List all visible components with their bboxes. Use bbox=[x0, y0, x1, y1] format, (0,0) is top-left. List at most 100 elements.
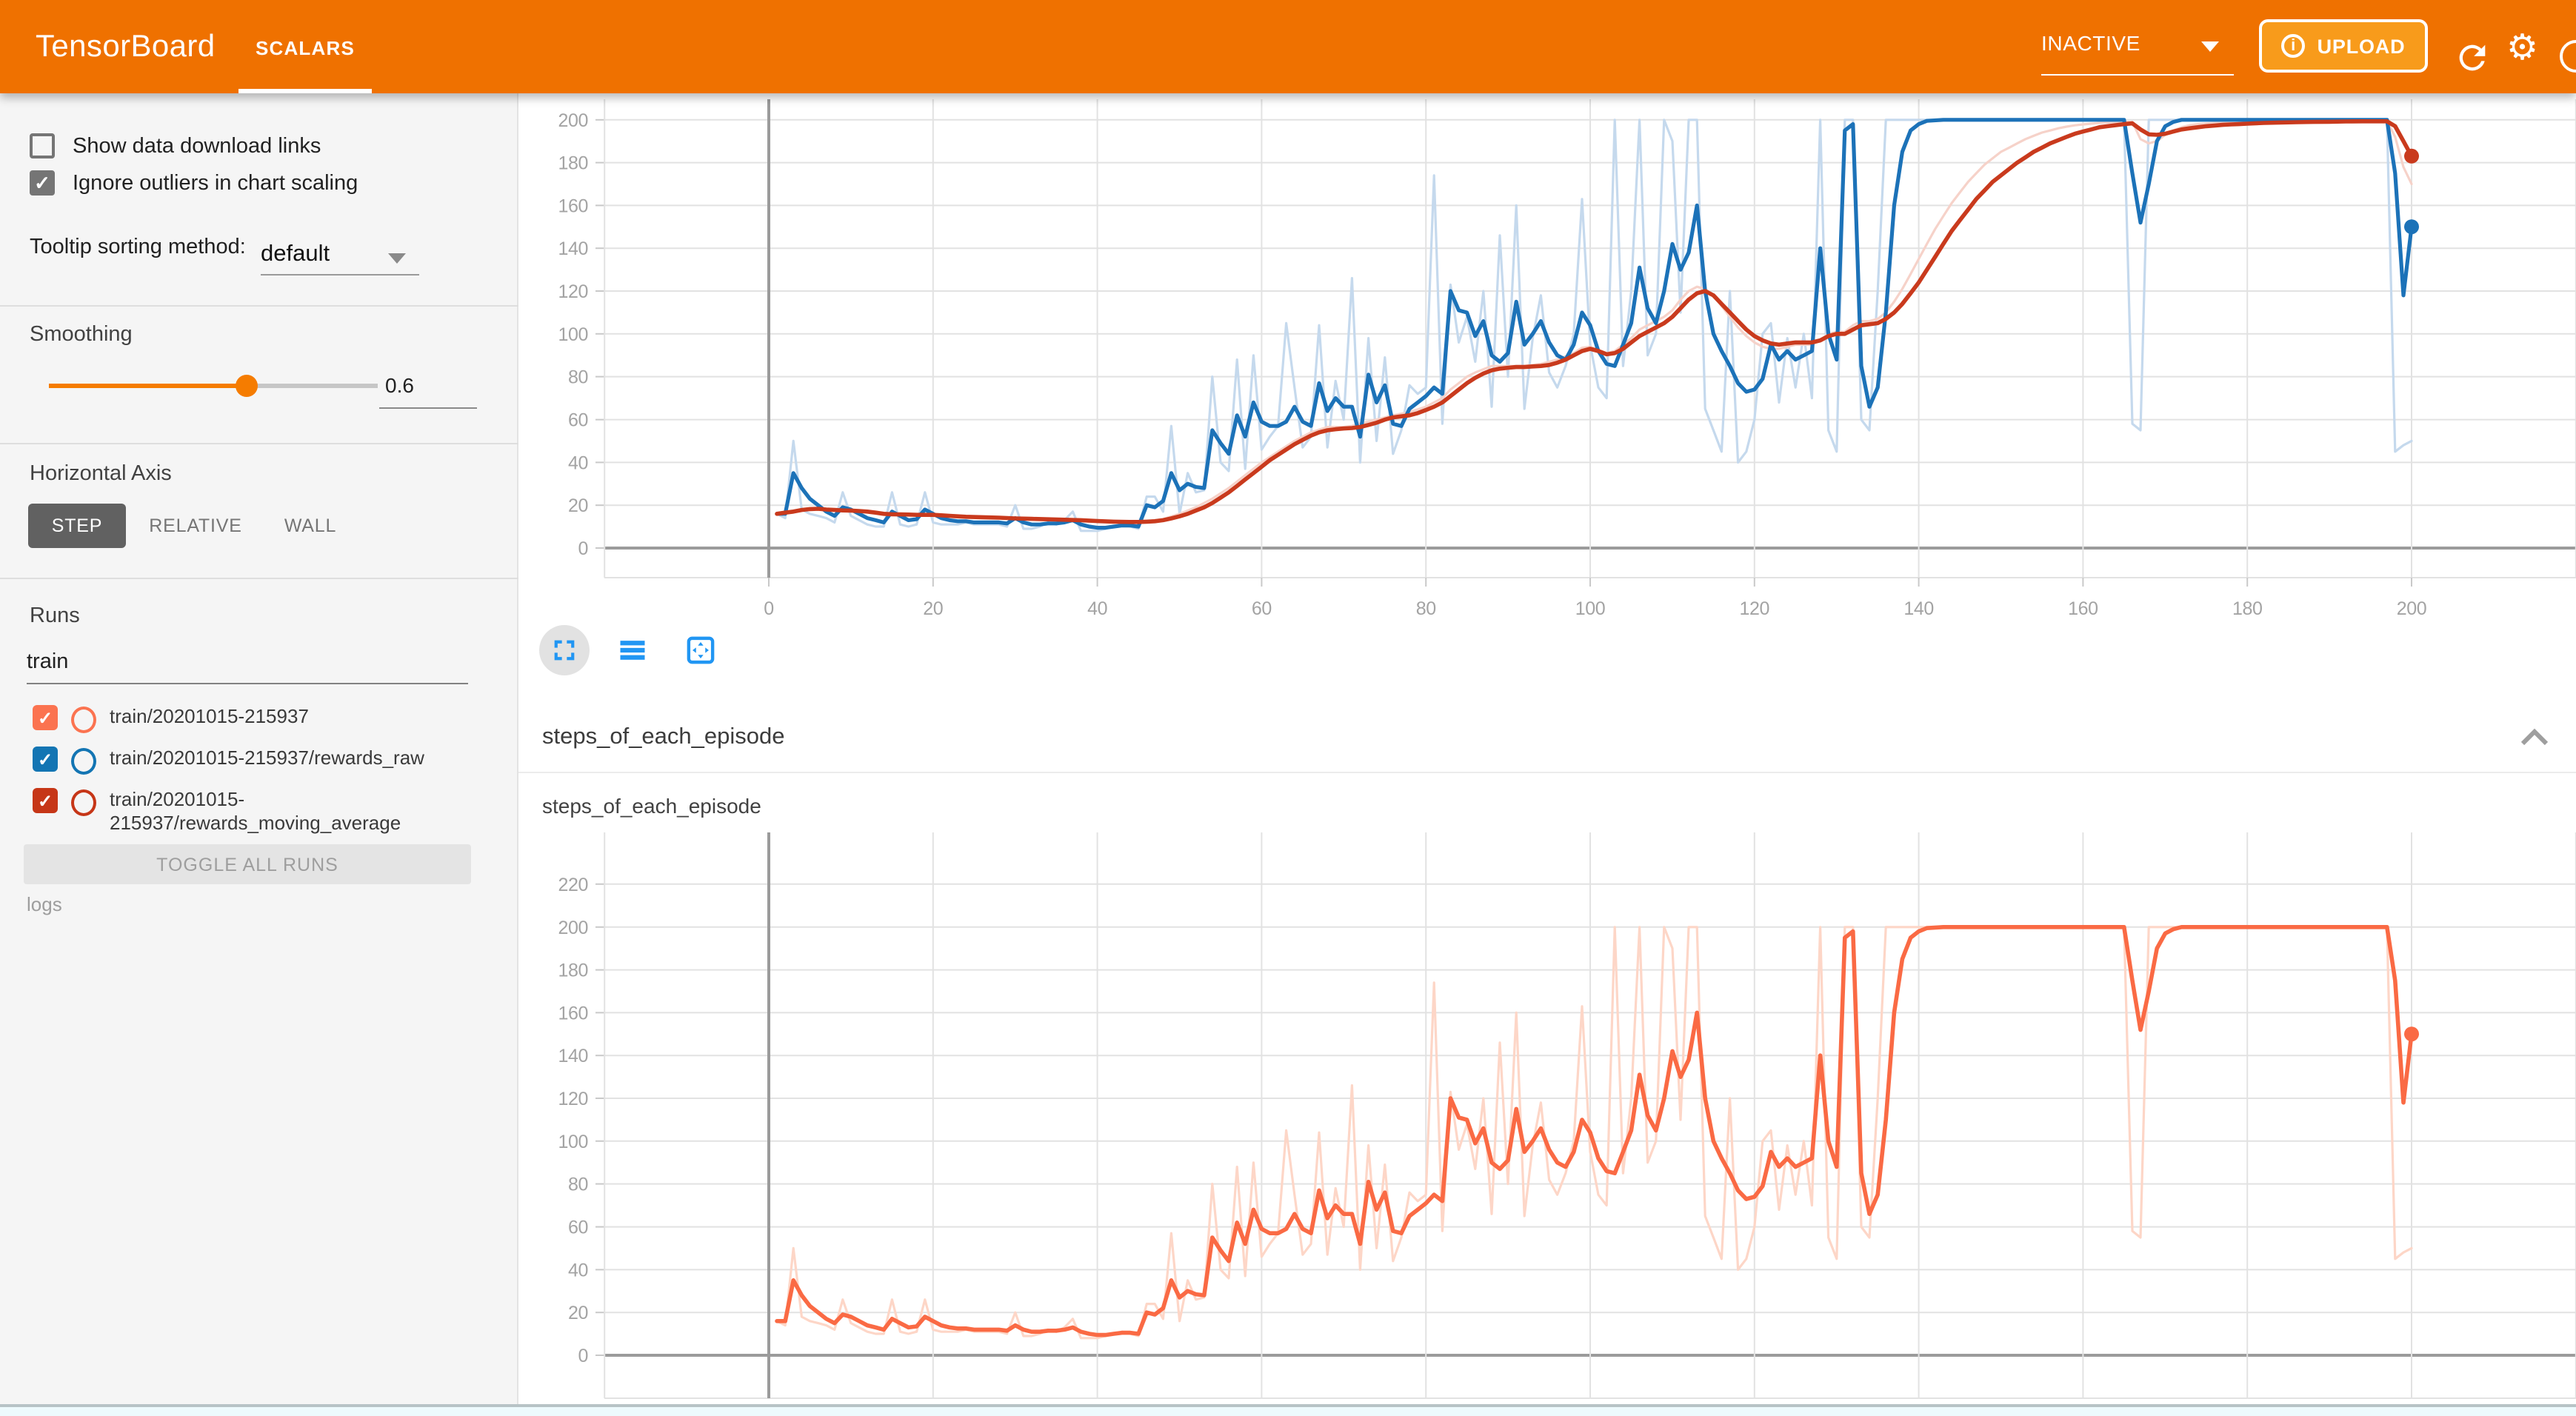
status-dropdown-value: INACTIVE bbox=[2041, 31, 2140, 55]
divider bbox=[0, 305, 518, 307]
bottom-scroll-strip[interactable] bbox=[0, 1404, 2576, 1416]
fit-domain-icon[interactable] bbox=[675, 625, 726, 675]
series-rewards_raw-unsmoothed-line bbox=[777, 120, 2412, 531]
run-label: train/20201015-215937 bbox=[110, 705, 473, 728]
ignore-outliers-checkbox[interactable]: ✓ bbox=[30, 170, 55, 196]
x-tick-label: 60 bbox=[1252, 598, 1272, 619]
series-rewards_raw-smoothed-end-dot bbox=[2404, 219, 2419, 234]
tooltip-sorting-label: Tooltip sorting method: bbox=[30, 236, 246, 259]
y-tick-label: 80 bbox=[568, 367, 588, 388]
run-checkbox[interactable]: ✓ bbox=[33, 747, 58, 772]
x-tick-label: 100 bbox=[1575, 598, 1606, 619]
chart-card-title: steps_of_each_episode bbox=[542, 794, 761, 818]
section-header-steps-of-each-episode[interactable]: steps_of_each_episode bbox=[518, 704, 2576, 772]
x-tick-label: 180 bbox=[2232, 598, 2263, 619]
y-tick-label: 120 bbox=[558, 1089, 588, 1109]
y-tick-label: 40 bbox=[568, 1260, 588, 1280]
chart-toolbar bbox=[539, 624, 726, 677]
tab-active-indicator bbox=[238, 89, 372, 93]
y-tick-label: 200 bbox=[558, 918, 588, 938]
axis-mode-step-button[interactable]: STEP bbox=[28, 504, 126, 548]
upload-button[interactable]: i UPLOAD bbox=[2259, 19, 2428, 73]
runs-filter-underline bbox=[27, 683, 468, 684]
run-label: train/20201015-215937/rewards_moving_ave… bbox=[110, 788, 473, 834]
y-tick-label: 100 bbox=[558, 1132, 588, 1152]
runs-label: Runs bbox=[30, 604, 80, 628]
status-dropdown[interactable]: INACTIVE bbox=[2041, 19, 2234, 76]
y-tick-label: 160 bbox=[558, 196, 588, 216]
x-tick-label: 200 bbox=[2397, 598, 2427, 619]
y-tick-label: 80 bbox=[568, 1175, 588, 1195]
x-tick-label: 20 bbox=[923, 598, 943, 619]
refresh-icon[interactable] bbox=[2453, 39, 2492, 77]
show-download-links-label: Show data download links bbox=[73, 134, 321, 158]
y-tick-label: 60 bbox=[568, 1218, 588, 1238]
sidebar: Show data download links ✓ Ignore outlie… bbox=[0, 93, 518, 1404]
y-tick-label: 180 bbox=[558, 961, 588, 981]
info-icon: i bbox=[2282, 34, 2306, 58]
run-color-circle[interactable] bbox=[71, 707, 96, 733]
show-download-links-checkbox[interactable] bbox=[30, 133, 55, 158]
y-tick-label: 180 bbox=[558, 153, 588, 174]
smoothing-value[interactable]: 0.6 bbox=[385, 373, 414, 397]
run-checkbox[interactable]: ✓ bbox=[33, 705, 58, 730]
ignore-outliers-row: ✓ Ignore outliers in chart scaling bbox=[30, 170, 358, 196]
runs-filter-input[interactable]: train bbox=[27, 650, 68, 674]
gear-icon[interactable]: ⚙ bbox=[2506, 28, 2545, 67]
expand-icon[interactable] bbox=[539, 625, 590, 675]
smoothing-label: Smoothing bbox=[30, 323, 133, 347]
axis-mode-relative-button[interactable]: RELATIVE bbox=[144, 504, 247, 548]
chevron-down-icon[interactable] bbox=[388, 253, 406, 264]
series-steps-smoothed-line bbox=[777, 927, 2412, 1335]
y-tick-label: 160 bbox=[558, 1003, 588, 1023]
upload-button-label: UPLOAD bbox=[2318, 35, 2406, 57]
smoothing-slider[interactable] bbox=[49, 384, 378, 388]
tensorboard-app: TensorBoard SCALARS INACTIVE i UPLOAD ⚙ … bbox=[0, 0, 2576, 1416]
axis-mode-wall-button[interactable]: WALL bbox=[270, 504, 351, 548]
section-title: steps_of_each_episode bbox=[542, 724, 785, 751]
run-row: ✓ train/20201015-215937/rewards_moving_a… bbox=[33, 788, 477, 834]
show-download-links-row: Show data download links bbox=[30, 133, 321, 158]
y-tick-label: 0 bbox=[578, 1346, 588, 1366]
y-tick-label: 140 bbox=[558, 1046, 588, 1066]
tab-scalars[interactable]: SCALARS bbox=[238, 0, 372, 93]
main-content: 0 20 40 60 80 100 120 140 160 180 200 0 20 40 60 80 100 1… bbox=[518, 93, 2576, 1404]
smoothing-value-underline bbox=[379, 407, 477, 409]
x-tick-label: 80 bbox=[1416, 598, 1436, 619]
divider bbox=[518, 772, 2576, 773]
tooltip-sorting-dropdown[interactable]: default bbox=[261, 241, 330, 268]
tooltip-sorting-underline bbox=[261, 274, 419, 275]
help-icon[interactable] bbox=[2560, 40, 2576, 73]
y-tick-label: 200 bbox=[558, 110, 588, 131]
run-color-circle[interactable] bbox=[71, 748, 96, 775]
run-row: ✓ train/20201015-215937/rewards_raw bbox=[33, 747, 477, 775]
ignore-outliers-label: Ignore outliers in chart scaling bbox=[73, 171, 358, 195]
x-tick-label: 120 bbox=[1740, 598, 1770, 619]
y-tick-label: 220 bbox=[558, 875, 588, 895]
horizontal-axis-label: Horizontal Axis bbox=[30, 462, 172, 486]
x-tick-label: 40 bbox=[1087, 598, 1107, 619]
status-dropdown-underline bbox=[2041, 73, 2234, 76]
smoothing-slider-fill bbox=[49, 384, 246, 388]
run-color-circle[interactable] bbox=[71, 789, 96, 816]
app-title: TensorBoard bbox=[36, 0, 216, 93]
toggle-all-runs-button[interactable]: TOGGLE ALL RUNS bbox=[24, 844, 471, 884]
chevron-up-icon[interactable] bbox=[2520, 727, 2549, 754]
run-checkbox[interactable]: ✓ bbox=[33, 788, 58, 813]
y-tick-label: 140 bbox=[558, 238, 588, 259]
x-tick-label: 0 bbox=[764, 598, 774, 619]
y-tick-label: 20 bbox=[568, 495, 588, 516]
smoothing-slider-knob[interactable] bbox=[236, 375, 258, 397]
divider bbox=[0, 578, 518, 579]
series-steps-smoothed-end-dot bbox=[2404, 1026, 2419, 1041]
divider bbox=[0, 443, 518, 444]
steps-of-each-episode-chart[interactable]: 020406080100120140160180200220 bbox=[518, 829, 2576, 1404]
rewards-chart[interactable]: 0204060801001201401601802000204060801001… bbox=[518, 93, 2576, 704]
log-scale-icon[interactable] bbox=[607, 625, 658, 675]
series-rewards_moving_average-smoothed-end-dot bbox=[2404, 149, 2419, 164]
y-tick-label: 100 bbox=[558, 324, 588, 345]
run-label: train/20201015-215937/rewards_raw bbox=[110, 747, 473, 769]
app-header: TensorBoard SCALARS INACTIVE i UPLOAD ⚙ bbox=[0, 0, 2576, 93]
y-tick-label: 40 bbox=[568, 452, 588, 473]
logs-label: logs bbox=[27, 893, 62, 915]
